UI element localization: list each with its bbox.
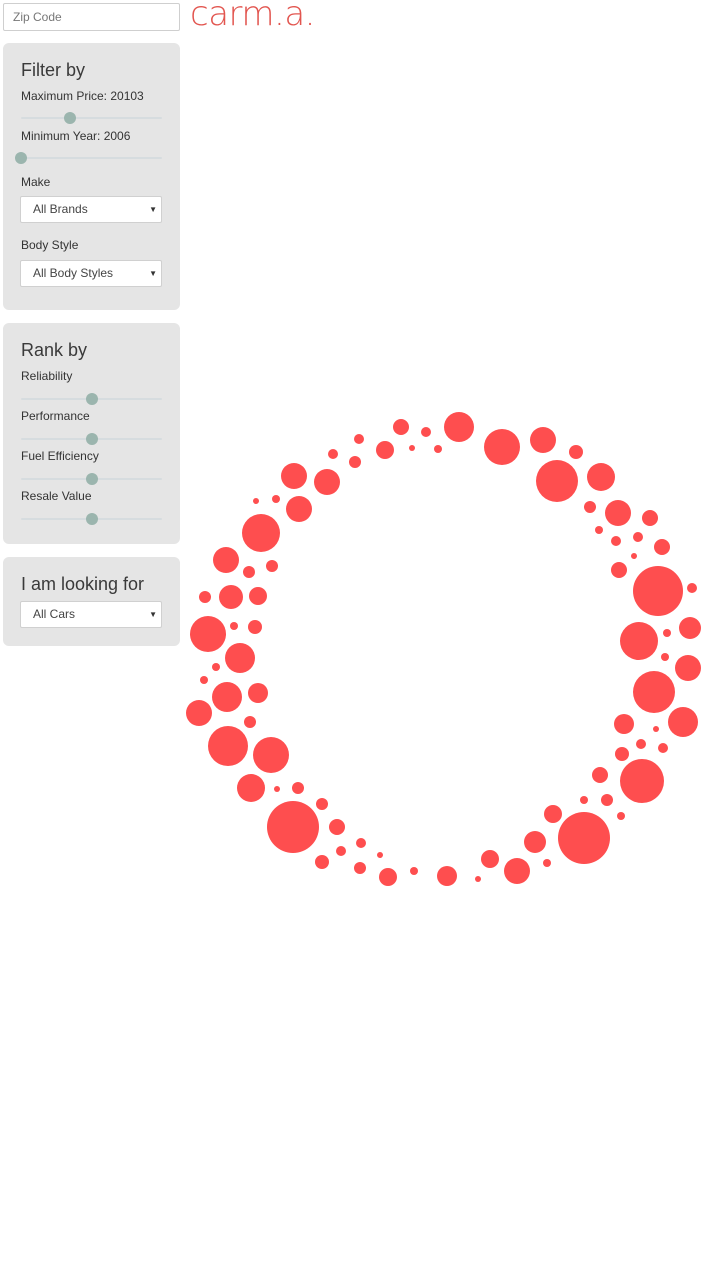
car-bubble[interactable] [663,629,671,637]
car-bubble[interactable] [620,622,658,660]
car-bubble[interactable] [409,445,415,451]
car-bubble[interactable] [614,714,634,734]
car-bubble[interactable] [272,495,280,503]
car-bubble[interactable] [611,536,621,546]
car-bubble[interactable] [615,747,629,761]
car-bubble[interactable] [642,510,658,526]
car-bubble[interactable] [376,441,394,459]
car-bubble[interactable] [354,862,366,874]
car-bubble[interactable] [611,562,627,578]
car-bubble[interactable] [213,547,239,573]
car-bubble[interactable] [199,591,211,603]
car-bubble[interactable] [504,858,530,884]
car-bubble[interactable] [587,463,615,491]
car-bubble[interactable] [377,852,383,858]
car-bubble[interactable] [679,617,701,639]
car-bubble[interactable] [658,743,668,753]
car-bubble[interactable] [633,532,643,542]
car-bubble[interactable] [186,700,212,726]
car-bubble[interactable] [636,739,646,749]
car-bubble[interactable] [244,716,256,728]
car-bubble[interactable] [253,737,289,773]
car-bubble[interactable] [592,767,608,783]
car-bubble[interactable] [200,676,208,684]
car-bubble[interactable] [475,876,481,882]
car-bubble[interactable] [212,682,242,712]
car-bubble[interactable] [243,566,255,578]
car-bubble[interactable] [605,500,631,526]
car-bubble[interactable] [668,707,698,737]
car-bubble[interactable] [617,812,625,820]
car-bubble[interactable] [356,838,366,848]
car-bubble[interactable] [354,434,364,444]
car-bubble[interactable] [484,429,520,465]
car-bubble[interactable] [569,445,583,459]
car-bubble[interactable] [237,774,265,802]
car-bubble-visualization [186,412,701,886]
car-bubble[interactable] [633,671,675,713]
car-bubble[interactable] [393,419,409,435]
car-bubble[interactable] [190,616,226,652]
car-bubble[interactable] [631,553,637,559]
car-bubble[interactable] [315,855,329,869]
car-bubble[interactable] [654,539,670,555]
car-bubble[interactable] [328,449,338,459]
car-bubble[interactable] [242,514,280,552]
car-bubble[interactable] [544,805,562,823]
car-bubble[interactable] [249,587,267,605]
car-bubble[interactable] [421,427,431,437]
car-bubble[interactable] [267,801,319,853]
car-bubble[interactable] [437,866,457,886]
car-bubble[interactable] [661,653,669,661]
car-bubble[interactable] [314,469,340,495]
car-bubble[interactable] [481,850,499,868]
car-bubble[interactable] [248,620,262,634]
car-bubble[interactable] [281,463,307,489]
car-bubble[interactable] [286,496,312,522]
car-bubble[interactable] [444,412,474,442]
car-bubble[interactable] [379,868,397,886]
car-bubble[interactable] [524,831,546,853]
car-bubble[interactable] [349,456,361,468]
car-bubble[interactable] [329,819,345,835]
car-bubble[interactable] [434,445,442,453]
car-bubble[interactable] [219,585,243,609]
car-bubble[interactable] [316,798,328,810]
car-bubble[interactable] [230,622,238,630]
car-bubble[interactable] [580,796,588,804]
car-bubble[interactable] [248,683,268,703]
car-bubble[interactable] [212,663,220,671]
car-bubble[interactable] [584,501,596,513]
car-bubble[interactable] [675,655,701,681]
car-bubble[interactable] [633,566,683,616]
car-bubble[interactable] [266,560,278,572]
car-bubble[interactable] [595,526,603,534]
car-bubble[interactable] [536,460,578,502]
car-bubble[interactable] [253,498,259,504]
car-bubble[interactable] [601,794,613,806]
car-bubble[interactable] [208,726,248,766]
car-bubble[interactable] [530,427,556,453]
car-bubble[interactable] [336,846,346,856]
car-bubble[interactable] [653,726,659,732]
car-bubble[interactable] [410,867,418,875]
car-bubble[interactable] [274,786,280,792]
car-bubble[interactable] [292,782,304,794]
car-bubble[interactable] [225,643,255,673]
car-bubble[interactable] [620,759,664,803]
car-bubble[interactable] [687,583,697,593]
car-bubble[interactable] [543,859,551,867]
car-bubble[interactable] [558,812,610,864]
